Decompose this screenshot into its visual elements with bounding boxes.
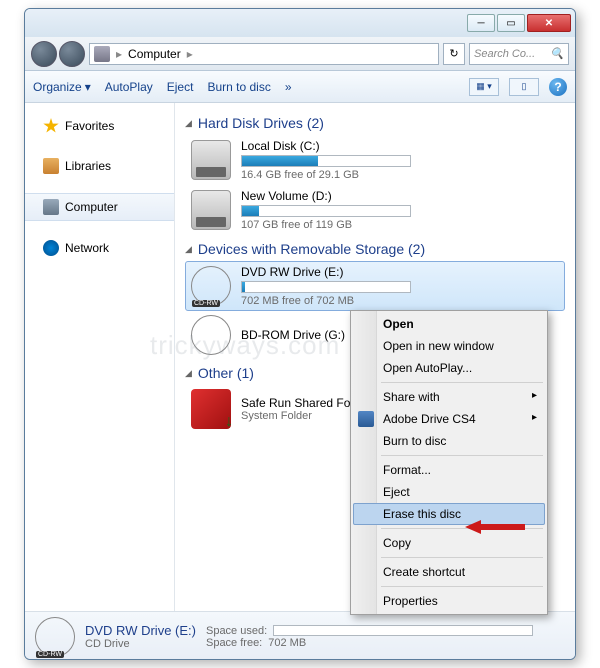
menu-open-new-window[interactable]: Open in new window	[353, 335, 545, 357]
adobe-icon	[358, 411, 374, 427]
computer-icon	[43, 199, 59, 215]
space-bar	[241, 281, 411, 293]
breadcrumb-sep: ▸	[187, 47, 193, 61]
menu-share-with[interactable]: Share with	[353, 386, 545, 408]
menu-properties[interactable]: Properties	[353, 590, 545, 612]
back-button[interactable]	[31, 41, 57, 67]
collapse-icon: ◢	[185, 118, 192, 129]
nav-network[interactable]: Network	[25, 235, 174, 261]
burn-button[interactable]: Burn to disc	[207, 80, 270, 94]
drive-title: New Volume (D:)	[241, 189, 559, 203]
disc-tag: CD-RW	[36, 651, 64, 658]
toolbar: Organize ▾ AutoPlay Eject Burn to disc »…	[25, 71, 575, 103]
address-row: ▸ Computer ▸ ↻ Search Co... 🔍	[25, 37, 575, 71]
star-icon	[43, 118, 59, 134]
disc-icon: CD-RW	[191, 266, 231, 306]
title-bar: ─ ▭ ✕	[25, 9, 575, 37]
space-free-value: 702 MB	[268, 637, 306, 649]
refresh-button[interactable]: ↻	[443, 43, 465, 65]
toolbar-overflow[interactable]: »	[285, 80, 292, 94]
folder-icon	[191, 389, 231, 429]
search-placeholder: Search Co...	[474, 48, 535, 60]
minimize-button[interactable]: ─	[467, 14, 495, 32]
menu-format[interactable]: Format...	[353, 459, 545, 481]
collapse-icon: ◢	[185, 368, 192, 379]
drive-title: DVD RW Drive (E:)	[241, 265, 559, 279]
breadcrumb-root[interactable]: Computer	[128, 47, 181, 61]
space-used-label: Space used:	[206, 625, 267, 637]
organize-button[interactable]: Organize ▾	[33, 80, 91, 94]
details-title: DVD RW Drive (E:)	[85, 623, 196, 638]
autoplay-button[interactable]: AutoPlay	[105, 80, 153, 94]
nav-libraries[interactable]: Libraries	[25, 153, 174, 179]
search-input[interactable]: Search Co... 🔍	[469, 43, 569, 65]
menu-separator	[381, 557, 543, 558]
search-icon: 🔍	[550, 47, 564, 60]
menu-open[interactable]: Open	[353, 313, 545, 335]
red-arrow-annotation	[465, 520, 525, 534]
forward-button[interactable]	[59, 41, 85, 67]
drive-d[interactable]: New Volume (D:) 107 GB free of 119 GB	[185, 185, 565, 235]
details-pane: CD-RW DVD RW Drive (E:) CD Drive Space u…	[25, 611, 575, 660]
drive-title: Local Disk (C:)	[241, 139, 559, 153]
menu-open-autoplay[interactable]: Open AutoPlay...	[353, 357, 545, 379]
drive-sub: 702 MB free of 702 MB	[241, 295, 559, 307]
menu-separator	[381, 382, 543, 383]
nav-favorites[interactable]: Favorites	[25, 113, 174, 139]
space-bar	[241, 205, 411, 217]
eject-button[interactable]: Eject	[167, 80, 194, 94]
menu-copy[interactable]: Copy	[353, 532, 545, 554]
hdd-icon	[191, 140, 231, 180]
context-menu: Open Open in new window Open AutoPlay...…	[350, 310, 548, 615]
collapse-icon: ◢	[185, 244, 192, 255]
address-bar[interactable]: ▸ Computer ▸	[89, 43, 439, 65]
drive-e[interactable]: CD-RW DVD RW Drive (E:) 702 MB free of 7…	[185, 261, 565, 311]
disc-icon	[191, 315, 231, 355]
network-icon	[43, 240, 59, 256]
maximize-button[interactable]: ▭	[497, 14, 525, 32]
menu-separator	[381, 586, 543, 587]
libraries-icon	[43, 158, 59, 174]
menu-burn-to-disc[interactable]: Burn to disc	[353, 430, 545, 452]
group-hdd[interactable]: ◢Hard Disk Drives (2)	[185, 109, 565, 135]
group-removable[interactable]: ◢Devices with Removable Storage (2)	[185, 235, 565, 261]
disc-icon: CD-RW	[35, 617, 75, 657]
preview-pane-button[interactable]: ▯	[509, 78, 539, 96]
menu-eject[interactable]: Eject	[353, 481, 545, 503]
menu-create-shortcut[interactable]: Create shortcut	[353, 561, 545, 583]
menu-adobe-drive[interactable]: Adobe Drive CS4	[353, 408, 545, 430]
close-button[interactable]: ✕	[527, 14, 571, 32]
details-type: CD Drive	[85, 638, 196, 650]
disc-tag: CD-RW	[192, 300, 220, 307]
drive-c[interactable]: Local Disk (C:) 16.4 GB free of 29.1 GB	[185, 135, 565, 185]
space-bar	[241, 155, 411, 167]
drive-sub: 107 GB free of 119 GB	[241, 219, 559, 231]
computer-icon	[94, 46, 110, 62]
drive-sub: 16.4 GB free of 29.1 GB	[241, 169, 559, 181]
space-used-bar	[273, 625, 533, 636]
menu-separator	[381, 455, 543, 456]
space-free-label: Space free:	[206, 637, 262, 649]
view-button[interactable]: ▦ ▾	[469, 78, 499, 96]
navigation-pane: Favorites Libraries Computer Network	[25, 103, 175, 611]
chevron-down-icon: ▾	[85, 80, 91, 94]
breadcrumb-sep: ▸	[116, 47, 122, 61]
help-button[interactable]: ?	[549, 78, 567, 96]
hdd-icon	[191, 190, 231, 230]
nav-computer[interactable]: Computer	[25, 193, 174, 221]
